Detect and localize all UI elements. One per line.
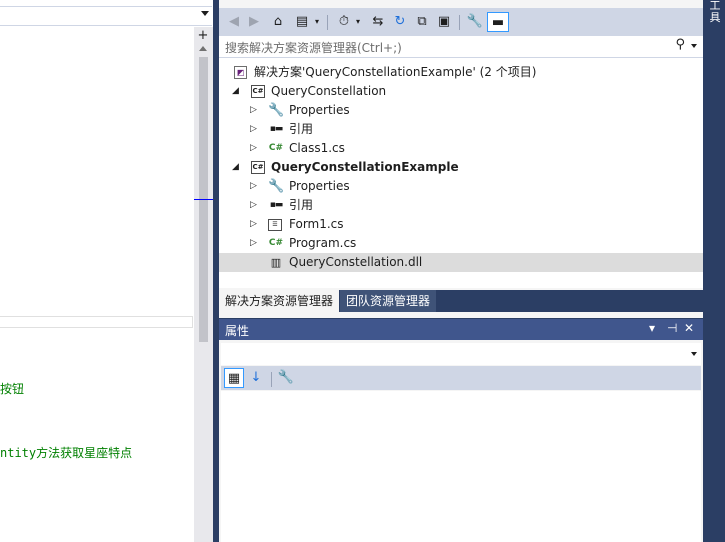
tool-window-tabs: 解决方案资源管理器 团队资源管理器: [219, 290, 703, 312]
properties-titlebar: 属性 ▾ ⊣ ✕: [219, 319, 703, 340]
tab-solution-explorer[interactable]: 解决方案资源管理器: [219, 290, 340, 312]
solution-icon: ◩: [234, 66, 247, 79]
tree-item-properties[interactable]: ▷ 🔧 Properties: [219, 177, 703, 196]
categorized-icon[interactable]: ▦: [224, 368, 244, 388]
toolbar-separator: [271, 372, 272, 387]
scroll-up-icon[interactable]: [199, 46, 207, 51]
expand-arrow-icon[interactable]: ▷: [250, 215, 260, 234]
window-menu-icon[interactable]: ▾: [649, 321, 655, 335]
tree-item-label: 引用: [289, 198, 314, 212]
show-all-files-icon[interactable]: ▣: [435, 12, 453, 32]
tree-item-label: Properties: [289, 103, 350, 117]
tree-item-label: 解决方案'QueryConstellationExample' (2 个项目): [254, 65, 537, 79]
properties-panel: 属性 ▾ ⊣ ✕ ▦ ↓ 🔧: [219, 319, 703, 542]
forward-icon[interactable]: ▶: [245, 12, 263, 32]
preview-icon[interactable]: ▬: [487, 12, 509, 32]
alphabetical-icon[interactable]: ↓: [247, 368, 265, 388]
refresh-icon[interactable]: ↻: [391, 12, 409, 32]
csharp-file-icon: C#: [268, 143, 284, 153]
tree-item-project[interactable]: ◢ C# QueryConstellation: [219, 82, 703, 101]
side-tab-strip: 工具: [705, 0, 725, 542]
tree-item-references[interactable]: ▷ ▪▬ 引用: [219, 196, 703, 215]
tree-item-file[interactable]: ▥ QueryConstellation.dll: [219, 253, 703, 272]
tree-item-file[interactable]: ▷ C# Program.cs: [219, 234, 703, 253]
collapse-arrow-icon[interactable]: ◢: [232, 158, 242, 177]
tree-item-file[interactable]: ▷ ☰ Form1.cs: [219, 215, 703, 234]
tree-item-project[interactable]: ◢ C# QueryConstellationExample: [219, 158, 703, 177]
tree-item-label: 引用: [289, 122, 314, 136]
tree-item-label: QueryConstellationExample: [271, 160, 459, 174]
references-icon: ▪▬: [269, 124, 284, 134]
wrench-icon: 🔧: [268, 103, 285, 118]
form-icon: ☰: [268, 219, 282, 231]
tree-item-file[interactable]: ▷ C# Class1.cs: [219, 139, 703, 158]
code-comment-line: 按钮: [0, 382, 25, 396]
back-icon[interactable]: ◀: [225, 12, 243, 32]
chevron-down-icon: [201, 11, 209, 16]
history-icon[interactable]: ⏱: [335, 12, 353, 32]
tree-item-label: Program.cs: [289, 236, 357, 250]
tree-item-label: Class1.cs: [289, 141, 345, 155]
current-line-highlight: [0, 316, 193, 328]
properties-toolbar: ▦ ↓ 🔧: [221, 366, 701, 390]
tree-item-label: QueryConstellation: [271, 84, 387, 98]
collapse-arrow-icon[interactable]: ◢: [232, 82, 242, 101]
csharp-file-icon: C#: [268, 238, 284, 248]
side-tab-toolbox[interactable]: 工具: [708, 0, 722, 24]
property-pages-icon[interactable]: 🔧: [277, 368, 295, 388]
expand-arrow-icon[interactable]: ▷: [250, 139, 260, 158]
panel-title: 属性: [225, 324, 250, 338]
collapse-all-icon[interactable]: ⧉: [413, 12, 431, 32]
object-selector[interactable]: [221, 343, 701, 365]
tree-item-solution[interactable]: ◩ 解决方案'QueryConstellationExample' (2 个项目…: [219, 63, 703, 82]
chevron-down-icon[interactable]: [691, 44, 697, 48]
toolbar-separator: [327, 15, 328, 30]
member-dropdown[interactable]: [0, 6, 212, 26]
search-icon[interactable]: ⚲: [675, 37, 685, 52]
expand-arrow-icon[interactable]: ▷: [250, 234, 260, 253]
pin-icon[interactable]: ⊣: [667, 321, 677, 335]
sync-icon[interactable]: ⇆: [369, 12, 387, 32]
properties-icon[interactable]: 🔧: [466, 12, 484, 32]
chevron-down-icon[interactable]: ▾: [312, 12, 322, 32]
search-input[interactable]: 搜索解决方案资源管理器(Ctrl+;): [225, 39, 402, 56]
tab-team-explorer[interactable]: 团队资源管理器: [340, 290, 437, 312]
chevron-down-icon[interactable]: ▾: [353, 12, 363, 32]
expand-arrow-icon[interactable]: ▷: [250, 177, 260, 196]
tree-item-label: Form1.cs: [289, 217, 344, 231]
solution-explorer-toolbar: ◀ ▶ ⌂ ▤ ▾ ⏱ ▾ ⇆ ↻ ⧉ ▣ 🔧 ▬: [219, 8, 703, 36]
tree-item-properties[interactable]: ▷ 🔧 Properties: [219, 101, 703, 120]
solution-explorer-panel: ◀ ▶ ⌂ ▤ ▾ ⏱ ▾ ⇆ ↻ ⧉ ▣ 🔧 ▬ 搜索解决方案资源管理器(Ct…: [219, 0, 703, 318]
chevron-down-icon[interactable]: [691, 352, 697, 356]
tree-item-references[interactable]: ▷ ▪▬ 引用: [219, 120, 703, 139]
csharp-project-icon: C#: [251, 161, 265, 174]
wrench-icon: 🔧: [268, 179, 285, 194]
expand-arrow-icon[interactable]: ▷: [250, 120, 260, 139]
tree-item-label: QueryConstellation.dll: [289, 255, 423, 269]
csharp-project-icon: C#: [251, 85, 265, 98]
split-window-icon[interactable]: +: [196, 28, 210, 44]
dll-icon: ▥: [270, 256, 282, 269]
expand-arrow-icon[interactable]: ▷: [250, 196, 260, 215]
search-box[interactable]: 搜索解决方案资源管理器(Ctrl+;) ⚲: [219, 36, 703, 58]
home-icon[interactable]: ⌂: [269, 12, 287, 32]
caret-position-marker: [194, 199, 213, 200]
tree-item-label: Properties: [289, 179, 350, 193]
solution-tree: ◩ 解决方案'QueryConstellationExample' (2 个项目…: [219, 58, 703, 288]
code-editor[interactable]: + 按钮 ntity方法获取星座特点: [0, 0, 213, 542]
expand-arrow-icon[interactable]: ▷: [250, 101, 260, 120]
close-icon[interactable]: ✕: [684, 321, 694, 335]
toolbar-separator: [459, 15, 460, 30]
code-comment-line: ntity方法获取星座特点: [0, 446, 133, 460]
switch-views-icon[interactable]: ▤: [293, 12, 311, 32]
references-icon: ▪▬: [269, 200, 284, 210]
property-grid[interactable]: [221, 391, 701, 542]
